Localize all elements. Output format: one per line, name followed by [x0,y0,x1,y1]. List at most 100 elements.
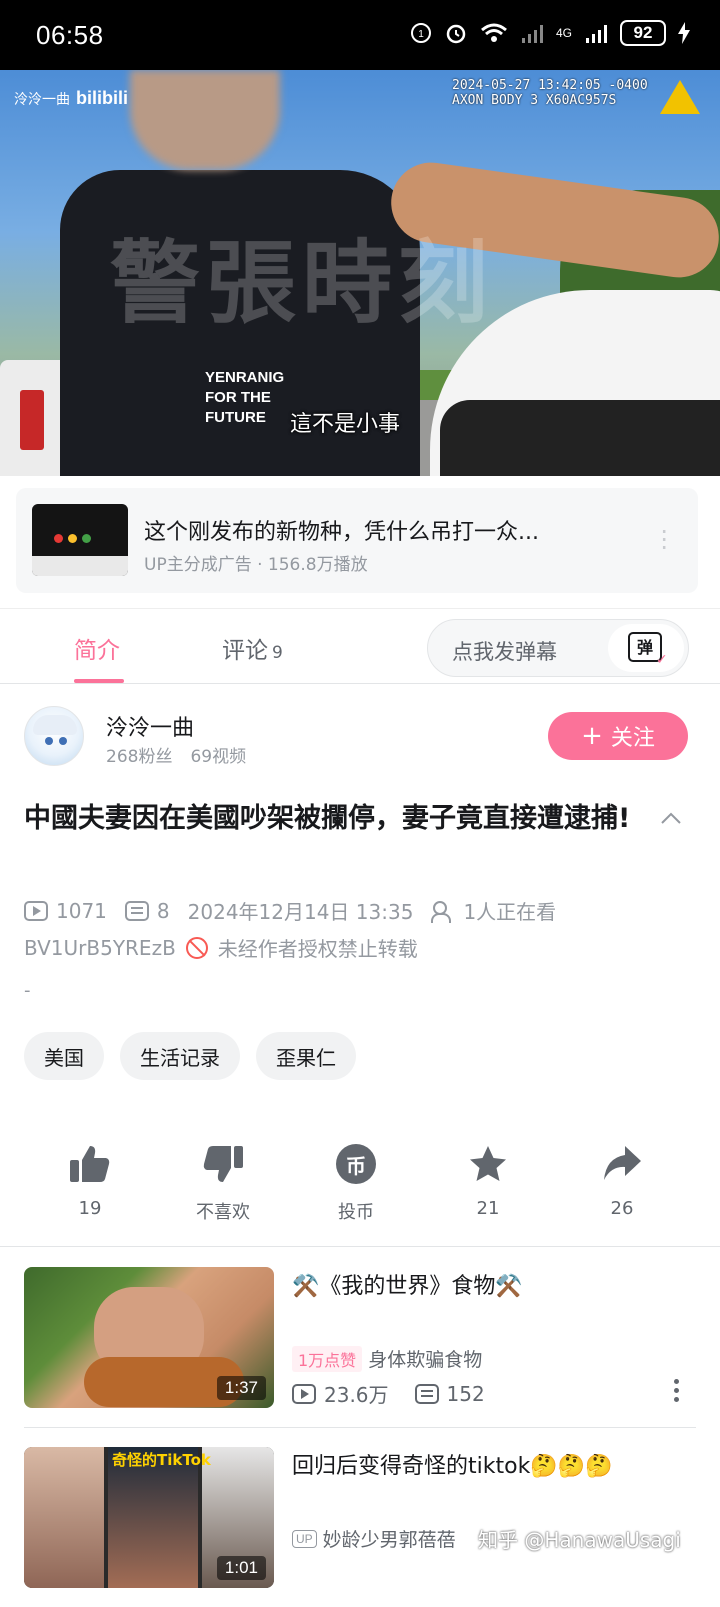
dislike-button[interactable]: 不喜欢 [173,1140,273,1224]
share-button[interactable]: 26 [572,1140,672,1219]
video-subtitle: 這不是小事 [290,412,401,437]
copyright-notice: 未经作者授权禁止转载 [217,937,418,961]
recommended-video[interactable]: 1:37 ⚒️《我的世界》食物⚒️ 1万点赞 身体欺骗食物 23.6万 152 [0,1267,720,1427]
danmaku-count: 8 [156,898,170,923]
charging-icon [678,22,690,44]
tab-intro[interactable]: 简介 [74,631,120,665]
viewers-icon [431,900,455,923]
cover-caption: 奇怪的TikTok [112,1451,211,1469]
recommended-danmaku: 152 [446,1381,485,1406]
bilibili-logo: bilibili [76,88,128,108]
recommended-stats: 23.6万 152 [292,1379,485,1408]
tag-list: 美国 生活记录 歪果仁 [24,1032,356,1080]
danmaku-placeholder: 点我发弹幕 [452,640,557,664]
video-duration: 1:01 [216,1556,266,1580]
thumbs-down-icon [203,1146,243,1182]
danmaku-count-icon [414,1383,439,1404]
recommended-title: ⚒️《我的世界》食物⚒️ [292,1274,523,1299]
uploader-avatar[interactable] [24,706,84,766]
uploader-row: 泠泠一曲 268粉丝 69视频 + 关注 [0,700,720,780]
channel-watermark: 泠泠一曲 bilibili [14,88,128,108]
recommended-subtitle-row: 1万点赞 身体欺骗食物 [292,1345,482,1372]
play-count-icon [292,1383,316,1404]
view-count: 1071 [56,898,107,923]
ad-title: 这个刚发布的新物种，凭什么吊打一众... [144,520,539,545]
list-divider [24,1427,696,1428]
coin-label: 投币 [338,1202,374,1223]
thumbs-up-icon [70,1146,110,1182]
battery-indicator: 92 [620,20,666,46]
follow-button[interactable]: + 关注 [548,712,688,760]
bvid[interactable]: BV1UrB5YREzB [24,936,176,960]
recommended-subtitle: 身体欺骗食物 [368,1349,483,1371]
recommended-views: 23.6万 [324,1383,389,1407]
up-badge-icon: UP [292,1529,317,1548]
network-type-label: 4G [555,26,572,40]
svg-text:1: 1 [418,29,424,40]
ad-banner[interactable]: 这个刚发布的新物种，凭什么吊打一众... UP主分成广告 · 156.8万播放 … [16,488,698,593]
zhihu-watermark: 知乎 @HanawaUsagi [478,1528,681,1552]
section-divider [0,1246,720,1247]
ad-meta: UP主分成广告 · 156.8万播放 [144,555,368,575]
status-icons: 1 4G 92 [410,20,690,46]
bodycam-stamp: 2024-05-27 13:42:05 -0400 AXON BODY 3 X60… [452,78,648,108]
danmaku-toggle-button[interactable]: 弹 ✓ [608,624,684,672]
signal-icon-2 [586,25,607,43]
likes-badge: 1万点赞 [292,1345,363,1372]
recommended-uploader: 妙龄少男郭蓓蓓 [322,1529,456,1551]
recommended-subtitle-row: UP 妙龄少男郭蓓蓓 [292,1525,456,1552]
favorite-count: 21 [476,1198,500,1219]
chevron-up-icon[interactable] [660,808,682,830]
video-player[interactable]: 警張時刻 YENRANIG FOR THE FUTURE 泠泠一曲 bilibil… [0,70,720,476]
video-title: 中國夫妻因在美國吵架被攔停，妻子竟直接遭逮捕! [24,803,631,834]
danmaku-input[interactable]: 点我发弹幕 弹 ✓ [427,619,689,677]
share-count: 26 [610,1198,634,1219]
like-button[interactable]: 19 [40,1140,140,1219]
ad-thumbnail [32,504,128,576]
uploader-name[interactable]: 泠泠一曲 [106,710,194,742]
check-icon: ✓ [656,652,668,668]
status-time: 06:58 [36,20,104,50]
tag-item[interactable]: 美国 [24,1032,104,1080]
play-count-icon [24,900,48,921]
tag-item[interactable]: 生活记录 [120,1032,240,1080]
no-repost-icon [185,936,208,959]
tag-item[interactable]: 歪果仁 [256,1032,356,1080]
recommended-cover: 奇怪的TikTok 1:01 [24,1447,274,1588]
action-bar: 19 不喜欢 币 投币 21 26 [0,1140,720,1230]
share-icon [604,1146,641,1180]
shirt-text: YENRANIG FOR THE FUTURE [205,369,285,426]
video-description: - [24,980,31,1001]
status-bar: 06:58 1 4G 92 [0,0,720,70]
uploader-fans: 268粉丝 [106,747,173,767]
more-options-icon[interactable] [674,1379,680,1405]
recommended-cover: 1:37 [24,1267,274,1408]
tab-active-indicator [74,679,124,683]
uploader-stats: 268粉丝 69视频 [106,742,246,767]
tab-bar: 简介 评论 9 点我发弹幕 弹 ✓ [0,608,720,684]
favorite-button[interactable]: 21 [438,1140,538,1219]
danmaku-count-icon [124,900,149,921]
follow-label: 关注 [610,726,655,751]
axon-logo-icon [660,80,700,114]
comments-count: 9 [272,643,283,663]
publish-date: 2024年12月14日 13:35 [187,900,414,924]
dislike-label: 不喜欢 [196,1202,250,1223]
like-count: 19 [78,1198,102,1219]
watching-now: 1人正在看 [463,900,557,924]
video-meta-row: 1071 8 2024年12月14日 13:35 1人正在看 [24,896,556,925]
ad-more-icon[interactable]: · · · [660,520,668,560]
alarm-icon [446,24,466,44]
coin-button[interactable]: 币 投币 [306,1140,406,1224]
video-watermark: 警張時刻 [110,231,494,336]
star-icon [470,1146,506,1181]
hd-call-icon: 1 [410,23,431,43]
video-blurred-face [130,70,280,170]
wifi-icon [481,23,507,42]
recommended-title: 回归后变得奇怪的tiktok🤔🤔🤔 [292,1454,613,1479]
video-duration: 1:37 [216,1376,266,1400]
plus-icon: + [581,721,603,751]
tab-comments[interactable]: 评论 9 [222,631,283,665]
coin-icon: 币 [336,1144,376,1184]
signal-icon-1 [521,25,543,43]
